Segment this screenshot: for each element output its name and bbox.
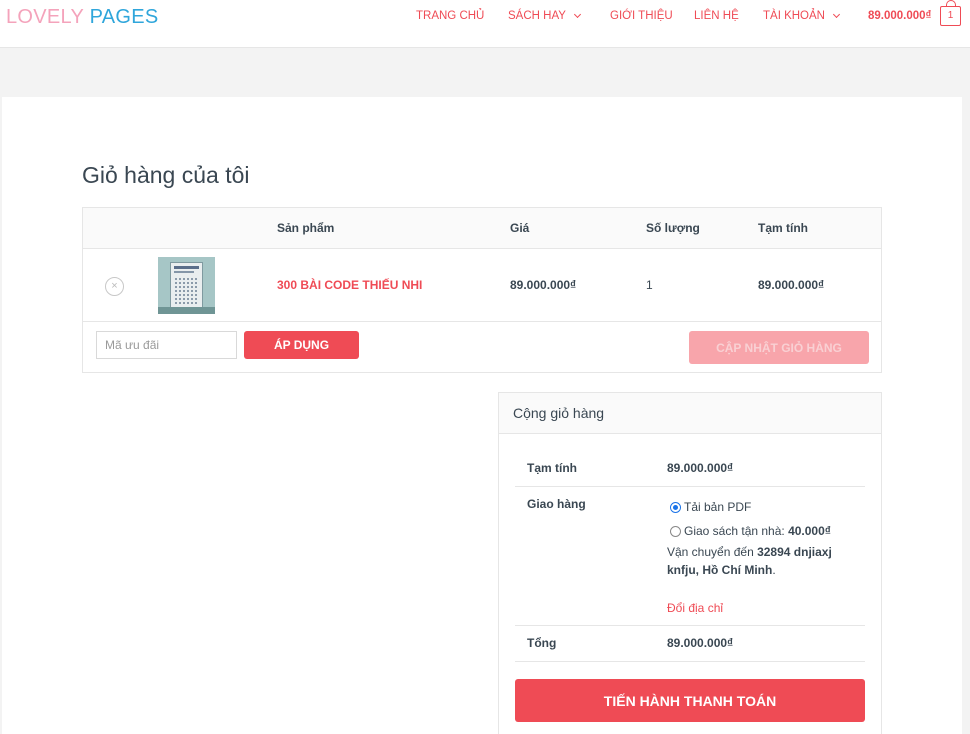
- shipping-option-pdf: Tải bản PDF: [684, 500, 752, 514]
- nav-home-label: TRANG CHỦ: [416, 10, 485, 22]
- book-cover-image: [170, 262, 203, 309]
- change-address-link[interactable]: Đổi địa chỉ: [667, 601, 723, 615]
- divider: [515, 486, 865, 487]
- header-cart-total[interactable]: 89.000.000₫: [868, 10, 931, 22]
- nav-contact[interactable]: LIÊN HỆ: [694, 10, 739, 22]
- shopping-bag-icon[interactable]: 1: [940, 0, 961, 26]
- nav-books[interactable]: SÁCH HAY: [508, 10, 581, 22]
- chevron-down-icon: [573, 10, 581, 19]
- product-price: 89.000.000₫: [510, 278, 577, 292]
- ship-to-address-line2: knfju, Hồ Chí Minh: [667, 563, 773, 577]
- ship-to-prefix: Vận chuyển đến: [667, 545, 758, 559]
- site-logo[interactable]: LOVELY PAGES: [6, 6, 159, 29]
- checkout-button[interactable]: TIẾN HÀNH THANH TOÁN: [515, 679, 865, 722]
- column-header-product: Sản phẩm: [277, 221, 335, 235]
- ship-to-address-line1: 32894 dnjiaxj: [757, 545, 832, 559]
- total-label: Tổng: [527, 636, 557, 650]
- cart-totals-title: Cộng giỏ hàng: [513, 405, 605, 421]
- column-header-subtotal: Tạm tính: [758, 221, 808, 235]
- site-header: LOVELY PAGES TRANG CHỦ SÁCH HAY GIỚI THI…: [0, 0, 970, 48]
- apply-coupon-button[interactable]: ÁP DỤNG: [244, 331, 359, 359]
- product-quantity[interactable]: 1: [646, 278, 653, 292]
- shipping-option-home-delivery: Giao sách tận nhà: 40.000₫: [684, 524, 831, 538]
- total-value: 89.000.000₫: [667, 636, 734, 650]
- coupon-input[interactable]: [96, 331, 237, 359]
- nav-home[interactable]: TRANG CHỦ: [416, 10, 484, 22]
- shipping-radio-home-delivery[interactable]: [670, 526, 681, 537]
- update-cart-button[interactable]: CẬP NHẬT GIỎ HÀNG: [689, 331, 869, 364]
- table-row: × 300 BÀI CODE THIẾU NHI 89.000.000₫ 1 8…: [83, 249, 881, 322]
- divider: [515, 661, 865, 662]
- shipping-radio-pdf[interactable]: [670, 502, 681, 513]
- nav-contact-label: LIÊN HỆ: [694, 10, 739, 22]
- ship-to-line1: Vận chuyển đến 32894 dnjiaxj: [667, 545, 832, 559]
- product-thumbnail[interactable]: [158, 257, 215, 314]
- logo-part2: PAGES: [89, 6, 159, 28]
- ship-to-suffix: .: [772, 563, 776, 577]
- product-subtotal: 89.000.000₫: [758, 278, 825, 292]
- subtotal-label: Tạm tính: [527, 461, 577, 475]
- nav-books-label: SÁCH HAY: [508, 10, 566, 22]
- nav-about[interactable]: GIỚI THIỆU: [610, 10, 673, 22]
- cart-table-header: Sản phẩm Giá Số lượng Tạm tính: [83, 208, 881, 249]
- shipping-option-home-delivery-label: Giao sách tận nhà:: [684, 524, 789, 538]
- chevron-down-icon: [832, 10, 841, 19]
- product-name-link[interactable]: 300 BÀI CODE THIẾU NHI: [277, 278, 422, 292]
- shipping-option-home-delivery-price: 40.000₫: [788, 524, 831, 538]
- cart-totals-header: Cộng giỏ hàng: [499, 393, 881, 434]
- nav-account-label: TÀI KHOẢN: [763, 10, 825, 22]
- remove-item-icon[interactable]: ×: [105, 277, 124, 296]
- cart-totals: Cộng giỏ hàng Tạm tính 89.000.000₫ Giao …: [498, 392, 882, 734]
- cart-table: Sản phẩm Giá Số lượng Tạm tính × 300 BÀI…: [82, 207, 882, 373]
- ship-to-line2: knfju, Hồ Chí Minh.: [667, 563, 776, 577]
- column-header-price: Giá: [510, 221, 530, 235]
- subtotal-value: 89.000.000₫: [667, 461, 734, 475]
- cart-count-badge: 1: [947, 10, 954, 21]
- shipping-label: Giao hàng: [527, 497, 586, 511]
- divider: [515, 625, 865, 626]
- nav-about-label: GIỚI THIỆU: [610, 10, 673, 22]
- column-header-quantity: Số lượng: [646, 221, 700, 235]
- logo-part1: LOVELY: [6, 6, 84, 28]
- page-title: Giỏ hàng của tôi: [82, 162, 250, 188]
- nav-account[interactable]: TÀI KHOẢN: [763, 10, 841, 22]
